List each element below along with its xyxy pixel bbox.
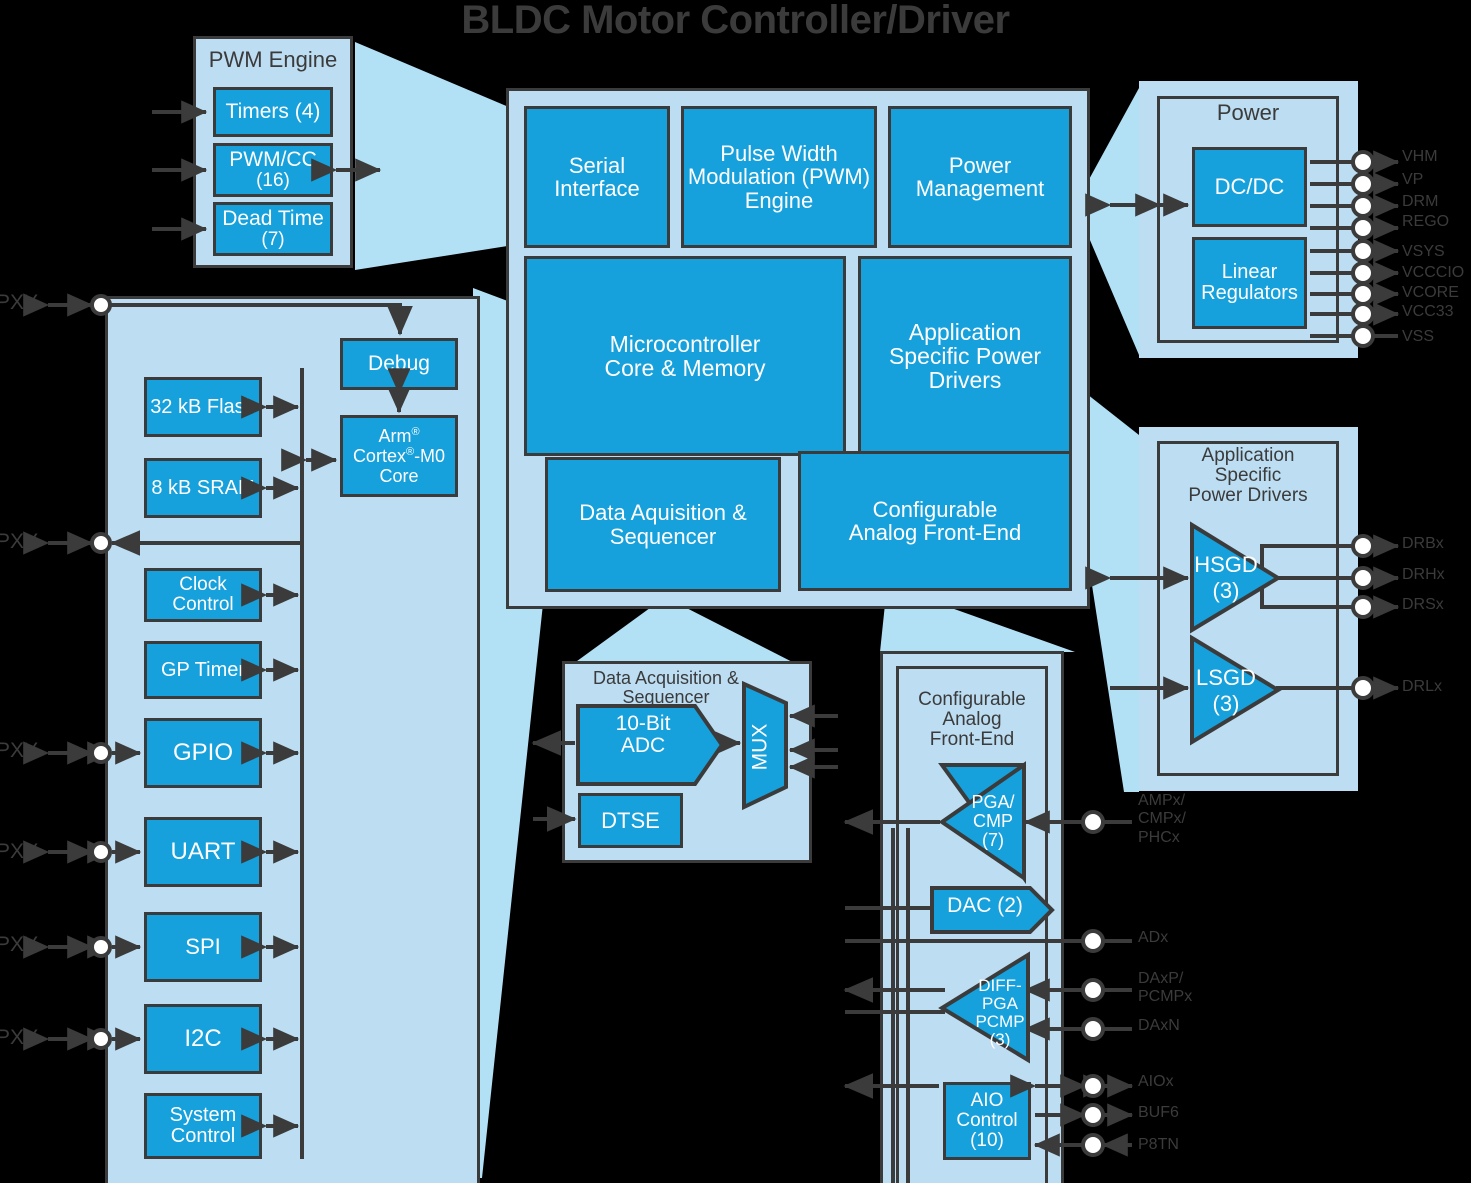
pin-dot-pxy-4 [90, 936, 112, 958]
pga-line3: (7) [982, 829, 1004, 850]
pin-dot-buf6 [1081, 1103, 1105, 1127]
pin-dot-pxy-5 [90, 1028, 112, 1050]
adc-label: 10-Bit ADC [588, 712, 698, 758]
pin-dot-drbx [1351, 534, 1375, 558]
hsgd-line1: HSGD [1194, 552, 1258, 577]
wiring-layer: HSGD (3) LSGD (3) [23, 100, 1400, 1183]
pin-dot-vcc33 [1351, 302, 1375, 326]
pin-dot-drlx [1351, 676, 1375, 700]
pin-dot-pxy-3 [90, 841, 112, 863]
pin-dot-vsys [1351, 239, 1375, 263]
adc-line2: ADC [620, 734, 666, 758]
pin-dot-vcore [1351, 282, 1375, 306]
pin-dot-pxy-1 [90, 532, 112, 554]
diff-pga-label: DIFF- PGA PCMP (3) [968, 976, 1032, 1050]
pin-dot-drm [1351, 194, 1375, 218]
pin-dot-pxy-2 [90, 742, 112, 764]
mux-text: MUX [748, 723, 772, 771]
pin-dot-daxn [1081, 1017, 1105, 1041]
pin-dot-vhm [1351, 150, 1375, 174]
pin-dot-vp [1351, 172, 1375, 196]
pin-dot-rego [1351, 216, 1375, 240]
pin-dot-vss [1351, 324, 1375, 348]
pga-line1: PGA/ [971, 792, 1015, 812]
dac-label: DAC (2) [947, 894, 1023, 917]
pin-dot-drsx [1351, 595, 1375, 619]
pin-dot-daxp [1081, 978, 1105, 1002]
pin-dot-ampx [1081, 810, 1105, 834]
diff-line2: PGA [982, 994, 1018, 1014]
diagram-canvas: BLDC Motor Controller/Driver PWM Engine … [0, 0, 1471, 1183]
pin-dot-drhx [1351, 566, 1375, 590]
pin-dots [90, 150, 1375, 1157]
pin-dot-pxy-0 [90, 294, 112, 316]
lsgd-line1: LSGD [1196, 665, 1256, 690]
diff-line4: (3) [989, 1030, 1011, 1050]
diff-line1: DIFF- [978, 976, 1022, 995]
hsgd-line2: (3) [1213, 578, 1240, 603]
pin-dot-p8tn [1081, 1133, 1105, 1157]
pin-dot-vcccio [1351, 261, 1375, 285]
pin-dot-aiox [1081, 1074, 1105, 1098]
pga-line2: CMP [973, 810, 1013, 831]
diff-line3: PCMP [975, 1012, 1025, 1032]
pga-cmp-label: PGA/ CMP (7) [958, 793, 1028, 850]
lsgd-shape [1190, 634, 1282, 746]
pin-dot-adx [1081, 929, 1105, 953]
adc-line1: 10-Bit [615, 712, 671, 735]
lsgd-line2: (3) [1213, 691, 1240, 716]
mux-label: MUX [742, 697, 778, 797]
